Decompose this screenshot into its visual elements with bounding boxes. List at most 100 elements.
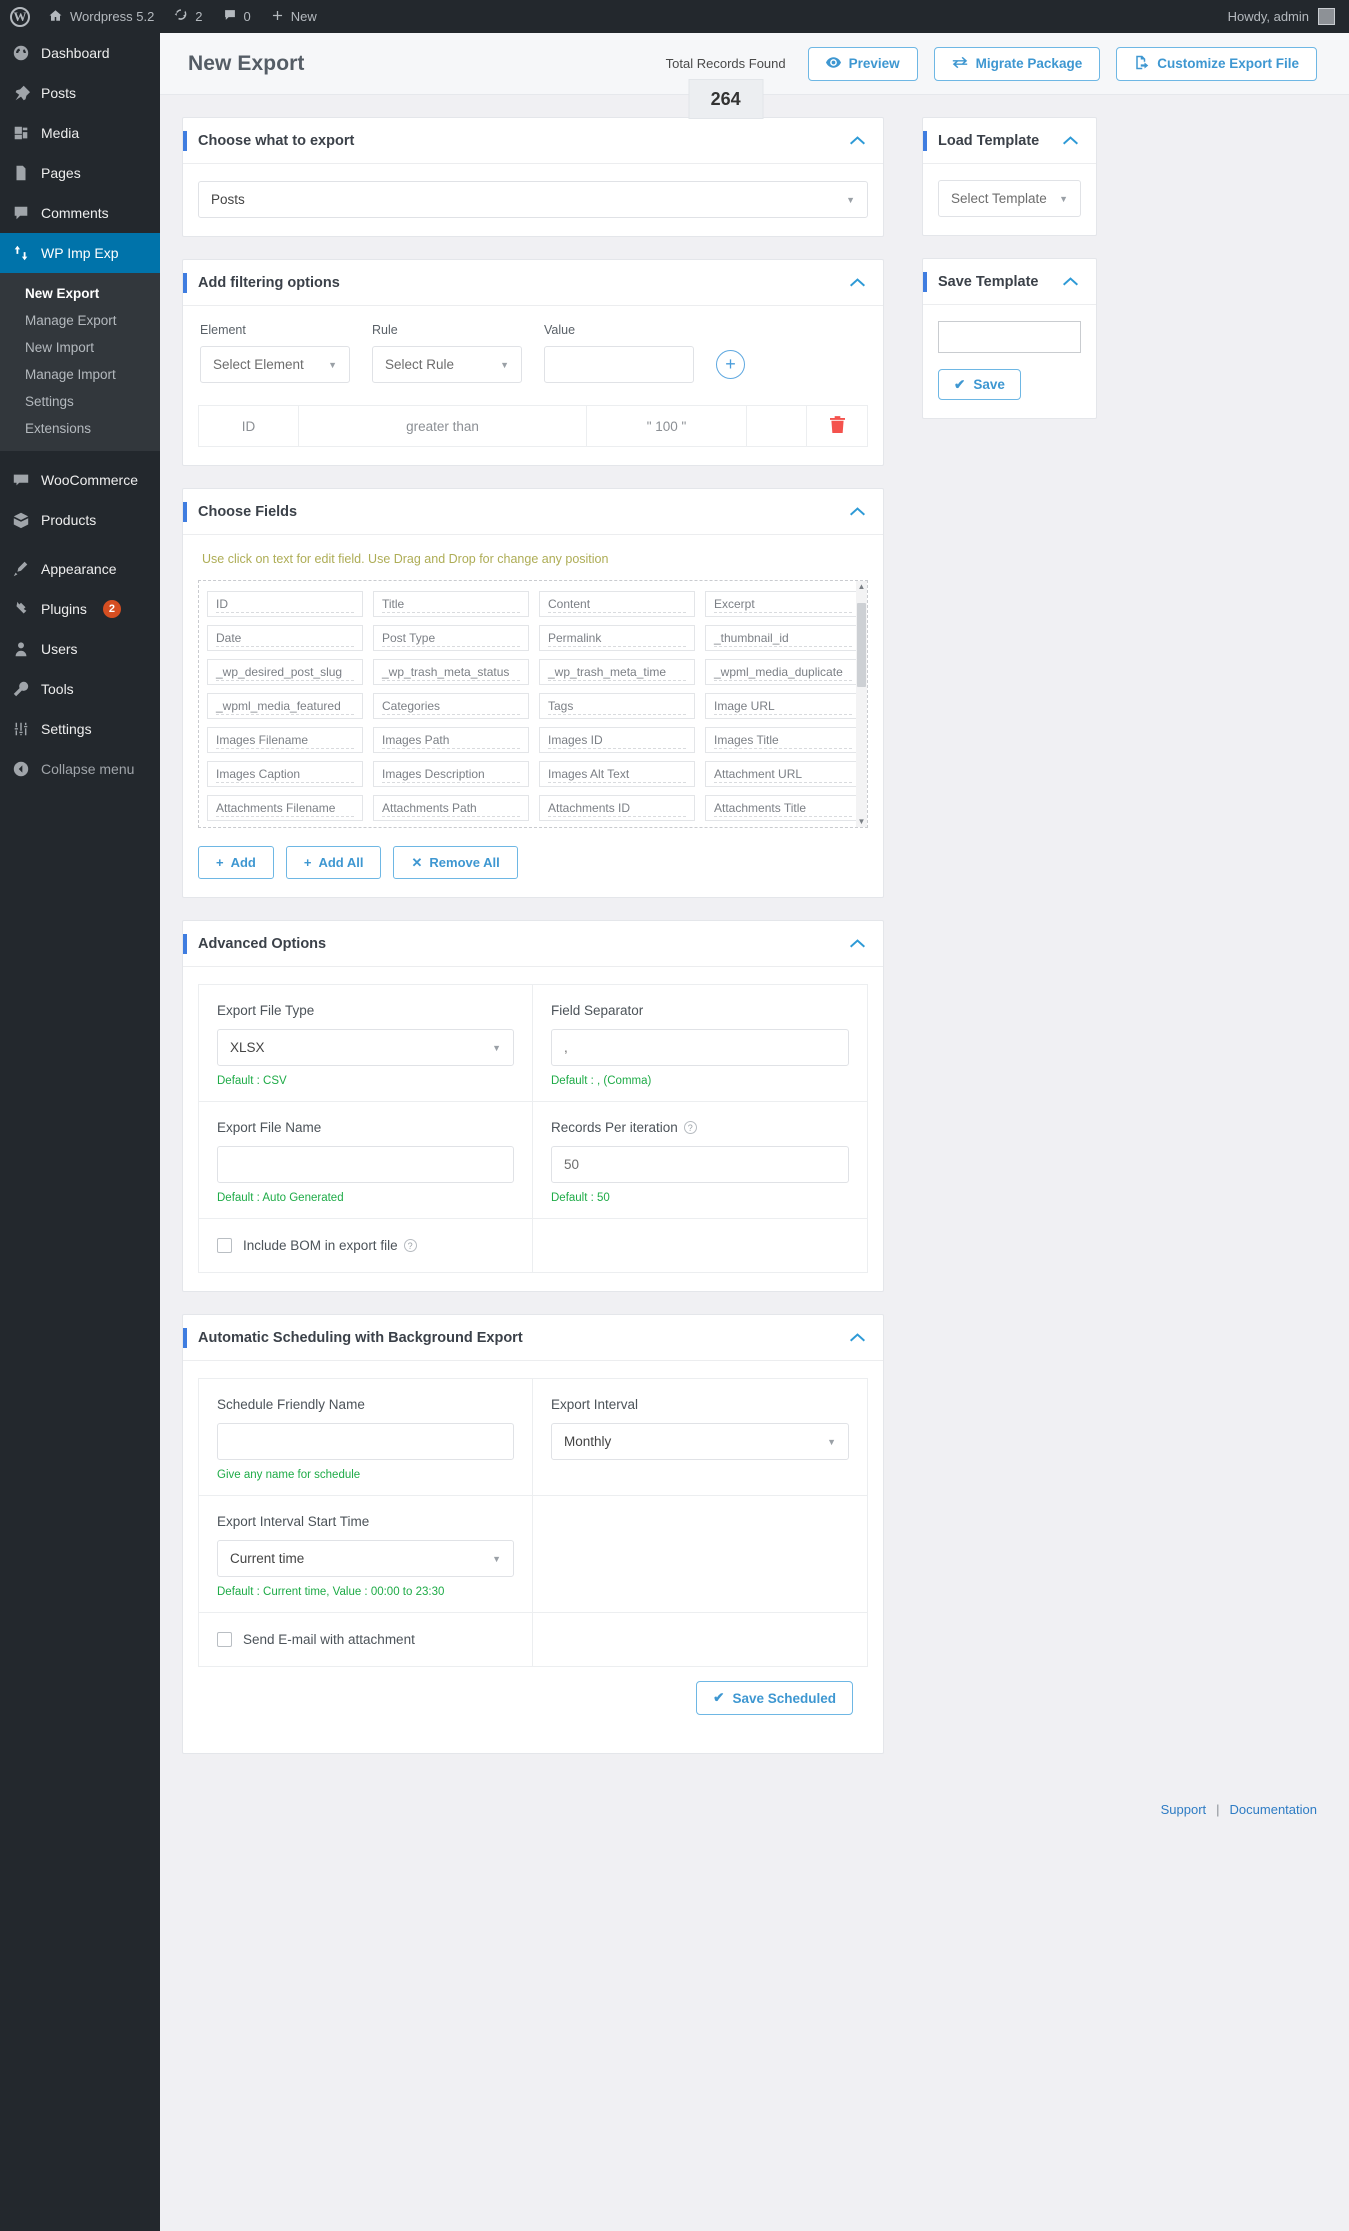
save-scheduled-button[interactable]: ✔ Save Scheduled [696, 1681, 853, 1715]
save-template-input[interactable] [938, 321, 1081, 353]
documentation-link[interactable]: Documentation [1230, 1802, 1317, 1817]
schedule-name-input[interactable] [217, 1423, 514, 1460]
field-chip[interactable]: Content [539, 591, 695, 617]
customize-export-file-button[interactable]: Customize Export File [1116, 46, 1317, 81]
field-chip[interactable]: Attachments Path [373, 795, 529, 821]
sidebar-item-wp-imp-exp[interactable]: WP Imp Exp [0, 233, 160, 273]
support-link[interactable]: Support [1161, 1802, 1207, 1817]
sidebar-item-users[interactable]: Users [0, 629, 160, 669]
field-chip[interactable]: _wp_desired_post_slug [207, 659, 363, 685]
fields-dropzone[interactable]: ID Title Content Excerpt Date Post Type … [198, 580, 868, 828]
rule-select[interactable]: Select Rule ▼ [372, 346, 522, 383]
updates-menu[interactable]: 2 [164, 0, 212, 33]
filter-row-delete-button[interactable] [807, 406, 867, 446]
submenu-item-settings[interactable]: Settings [0, 388, 160, 415]
sidebar-item-tools[interactable]: Tools [0, 669, 160, 709]
submenu-item-new-export[interactable]: New Export [0, 280, 160, 307]
panel-header[interactable]: Save Template [923, 259, 1096, 305]
value-input[interactable] [544, 346, 694, 383]
sidebar-item-comments[interactable]: Comments [0, 193, 160, 233]
include-bom-row[interactable]: Include BOM in export file ? [199, 1219, 532, 1272]
panel-header[interactable]: Choose what to export [183, 118, 883, 164]
field-chip[interactable]: Tags [539, 693, 695, 719]
field-chip[interactable]: ID [207, 591, 363, 617]
chevron-up-icon[interactable] [850, 1330, 865, 1345]
send-email-checkbox[interactable] [217, 1632, 232, 1647]
export-interval-select[interactable]: Monthly ▼ [551, 1423, 849, 1460]
field-chip[interactable]: Attachment URL [705, 761, 861, 787]
field-chip[interactable]: Images Alt Text [539, 761, 695, 787]
field-chip[interactable]: Attachments Title [705, 795, 861, 821]
sidebar-item-media[interactable]: Media [0, 113, 160, 153]
scrollbar-thumb[interactable] [857, 603, 866, 687]
field-chip[interactable]: Excerpt [705, 591, 861, 617]
send-email-row[interactable]: Send E-mail with attachment [199, 1613, 532, 1666]
chevron-up-icon[interactable] [1063, 133, 1078, 148]
field-chip[interactable]: Attachments ID [539, 795, 695, 821]
remove-all-fields-button[interactable]: ✕ Remove All [393, 846, 518, 879]
help-icon[interactable]: ? [683, 1121, 697, 1134]
panel-header[interactable]: Advanced Options [183, 921, 883, 967]
load-template-select[interactable]: Select Template ▼ [938, 180, 1081, 217]
scroll-down-icon[interactable]: ▼ [857, 816, 866, 827]
element-select[interactable]: Select Element ▼ [200, 346, 350, 383]
sidebar-item-plugins[interactable]: Plugins 2 [0, 589, 160, 629]
migrate-package-button[interactable]: Migrate Package [933, 46, 1101, 81]
panel-header[interactable]: Choose Fields [183, 489, 883, 535]
panel-header[interactable]: Load Template [923, 118, 1096, 164]
chevron-up-icon[interactable] [1063, 274, 1078, 289]
field-chip[interactable]: Categories [373, 693, 529, 719]
sidebar-item-woocommerce[interactable]: WooCommerce [0, 460, 160, 500]
chevron-up-icon[interactable] [850, 133, 865, 148]
add-filter-button[interactable]: + [716, 350, 745, 379]
field-chip[interactable]: Images Caption [207, 761, 363, 787]
submenu-item-manage-import[interactable]: Manage Import [0, 361, 160, 388]
submenu-item-manage-export[interactable]: Manage Export [0, 307, 160, 334]
sidebar-item-posts[interactable]: Posts [0, 73, 160, 113]
account-menu[interactable]: Howdy, admin [1228, 8, 1349, 25]
submenu-item-extensions[interactable]: Extensions [0, 415, 160, 442]
sidebar-item-dashboard[interactable]: Dashboard [0, 33, 160, 73]
field-chip[interactable]: _wpml_media_featured [207, 693, 363, 719]
field-chip[interactable]: _thumbnail_id [705, 625, 861, 651]
export-type-select[interactable]: Posts ▼ [198, 181, 868, 218]
site-name-menu[interactable]: Wordpress 5.2 [38, 0, 164, 33]
chevron-up-icon[interactable] [850, 504, 865, 519]
chevron-up-icon[interactable] [850, 936, 865, 951]
include-bom-checkbox[interactable] [217, 1238, 232, 1253]
field-chip[interactable]: _wp_trash_meta_status [373, 659, 529, 685]
field-separator-input[interactable]: , [551, 1029, 849, 1066]
preview-button[interactable]: Preview [807, 46, 918, 81]
submenu-item-new-import[interactable]: New Import [0, 334, 160, 361]
field-chip[interactable]: Images ID [539, 727, 695, 753]
field-chip[interactable]: Title [373, 591, 529, 617]
records-per-iteration-input[interactable]: 50 [551, 1146, 849, 1183]
export-file-type-select[interactable]: XLSX ▼ [217, 1029, 514, 1066]
field-chip[interactable]: Image URL [705, 693, 861, 719]
start-time-select[interactable]: Current time ▼ [217, 1540, 514, 1577]
comments-menu[interactable]: 0 [213, 0, 261, 33]
new-content-menu[interactable]: New [261, 0, 327, 33]
sidebar-item-pages[interactable]: Pages [0, 153, 160, 193]
add-all-fields-button[interactable]: + Add All [285, 846, 382, 879]
sidebar-item-appearance[interactable]: Appearance [0, 549, 160, 589]
export-file-name-input[interactable] [217, 1146, 514, 1183]
save-template-button[interactable]: ✔ Save [938, 369, 1021, 400]
sidebar-item-products[interactable]: Products [0, 500, 160, 540]
field-chip[interactable]: Permalink [539, 625, 695, 651]
help-icon[interactable]: ? [403, 1239, 417, 1252]
panel-header[interactable]: Automatic Scheduling with Background Exp… [183, 1315, 883, 1361]
field-chip[interactable]: Post Type [373, 625, 529, 651]
field-chip[interactable]: _wp_trash_meta_time [539, 659, 695, 685]
fields-scrollbar[interactable]: ▲ ▼ [856, 581, 867, 827]
field-chip[interactable]: Attachments Filename [207, 795, 363, 821]
chevron-up-icon[interactable] [850, 275, 865, 290]
field-chip[interactable]: Images Filename [207, 727, 363, 753]
field-chip[interactable]: Images Title [705, 727, 861, 753]
wordpress-logo-menu[interactable]: W [0, 0, 38, 33]
field-chip[interactable]: Images Description [373, 761, 529, 787]
field-chip[interactable]: Images Path [373, 727, 529, 753]
field-chip[interactable]: Date [207, 625, 363, 651]
collapse-menu-button[interactable]: Collapse menu [0, 749, 160, 789]
sidebar-item-settings[interactable]: Settings [0, 709, 160, 749]
